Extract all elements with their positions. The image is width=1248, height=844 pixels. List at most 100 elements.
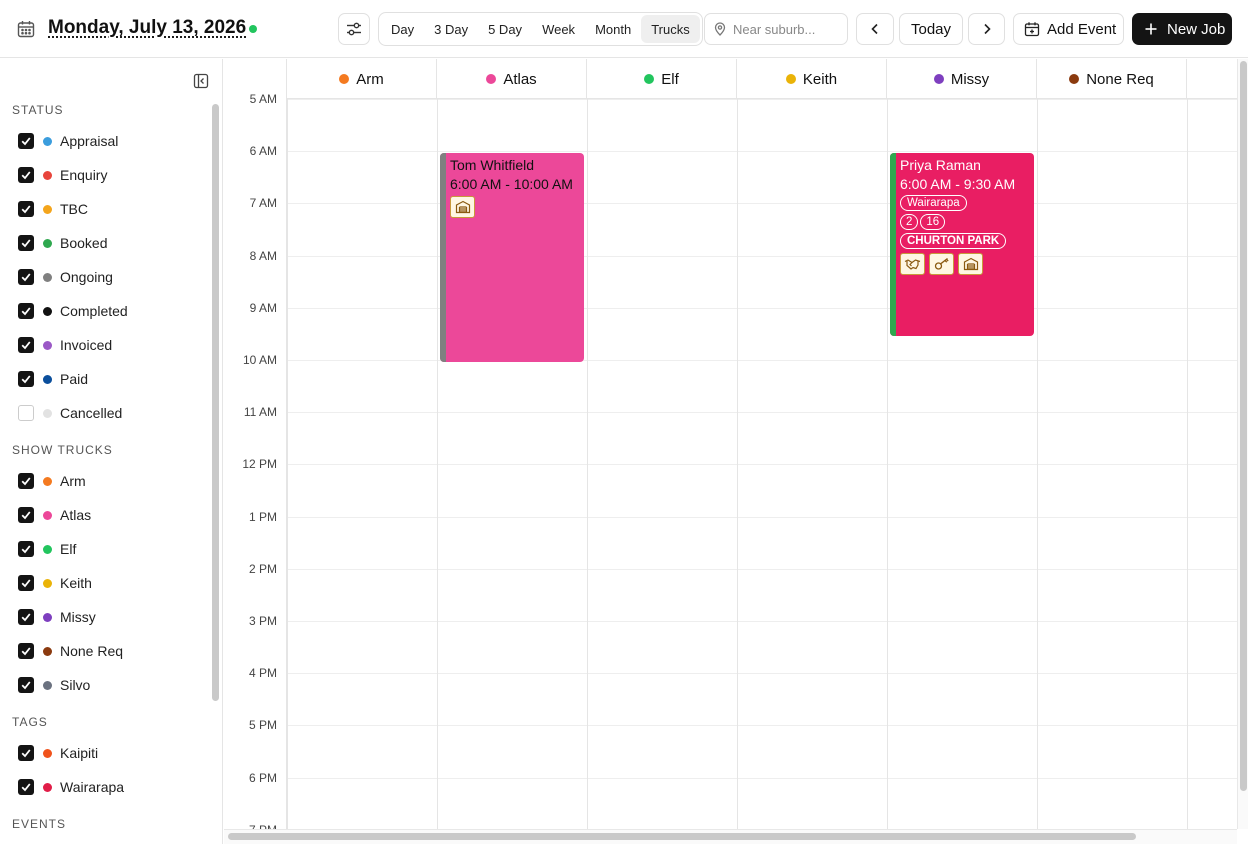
filter-item-elf[interactable]: Elf	[18, 538, 76, 560]
filter-item-completed[interactable]: Completed	[18, 300, 128, 322]
column-divider	[287, 99, 288, 829]
filter-item-wairarapa[interactable]: Wairarapa	[18, 776, 124, 798]
checkbox[interactable]	[18, 677, 34, 693]
event-card[interactable]: Tom Whitfield 6:00 AM - 10:00 AM	[440, 153, 584, 362]
tab-5-day[interactable]: 5 Day	[478, 15, 532, 43]
column-header-keith[interactable]: Keith	[737, 59, 887, 99]
filter-label: Ongoing	[60, 269, 113, 285]
column-header-label: Missy	[950, 70, 990, 88]
key-icon	[929, 253, 954, 276]
status-color-dot	[43, 782, 52, 792]
checkbox[interactable]	[18, 337, 34, 353]
checkbox[interactable]	[18, 779, 34, 795]
tab-week[interactable]: Week	[532, 15, 585, 43]
filter-item-silvo[interactable]: Silvo	[18, 674, 90, 696]
column-header-missy[interactable]: Missy	[887, 59, 1037, 99]
event-card[interactable]: Priya Raman 6:00 AM - 9:30 AM Wairarapa 2 16…	[890, 153, 1034, 336]
filter-settings-button[interactable]	[338, 13, 370, 45]
checkbox[interactable]	[18, 167, 34, 183]
storage-icon	[450, 196, 475, 219]
calendar-icon[interactable]	[16, 19, 36, 39]
status-color-dot	[43, 544, 52, 554]
checkbox[interactable]	[18, 643, 34, 659]
truck-calendar: 5 AM 6 AM 7 AM 8 AM 9 AM 10 AM 11 AM 12 PM 1 PM 2…	[224, 59, 1248, 844]
horizontal-scrollbar[interactable]	[224, 829, 1237, 844]
checkbox[interactable]	[18, 745, 34, 761]
checkbox[interactable]	[18, 201, 34, 217]
filter-item-cancelled[interactable]: Cancelled	[18, 402, 122, 424]
checkbox[interactable]	[18, 609, 34, 625]
filter-item-enquiry[interactable]: Enquiry	[18, 164, 107, 186]
checkbox[interactable]	[18, 269, 34, 285]
new-job-button[interactable]: New Job	[1132, 13, 1232, 45]
vertical-scrollbar[interactable]	[1237, 59, 1248, 829]
suburb-search-input[interactable]	[733, 21, 843, 37]
checkbox[interactable]	[18, 405, 34, 421]
filter-item-missy[interactable]: Missy	[18, 606, 96, 628]
hour-line	[287, 725, 1237, 727]
filter-label: Appraisal	[60, 133, 119, 149]
column-header-label: Keith	[802, 70, 838, 88]
next-day-button[interactable]	[968, 13, 1005, 45]
filter-item-none-req[interactable]: None Req	[18, 640, 123, 662]
checkbox[interactable]	[18, 303, 34, 319]
event-status-bar	[440, 153, 446, 362]
hour-line	[287, 464, 1237, 466]
filter-item-keith[interactable]: Keith	[18, 572, 92, 594]
filter-label: Cancelled	[60, 405, 123, 421]
column-divider	[587, 99, 588, 829]
checkbox[interactable]	[18, 575, 34, 591]
filter-item-appraisal[interactable]: Appraisal	[18, 130, 118, 152]
column-header-atlas[interactable]: Atlas	[437, 59, 587, 99]
truck-color-dot	[785, 74, 796, 84]
checkbox[interactable]	[18, 133, 34, 149]
date-picker-title[interactable]: Monday, July 13, 2026	[48, 17, 246, 39]
tab-trucks[interactable]: Trucks	[641, 15, 700, 43]
checkbox[interactable]	[18, 235, 34, 251]
sidebar-scrollbar[interactable]	[212, 104, 219, 701]
hour-line	[287, 203, 1237, 205]
filter-item-invoiced[interactable]: Invoiced	[18, 334, 112, 356]
prev-day-button[interactable]	[856, 13, 894, 45]
vertical-scrollbar-thumb[interactable]	[1240, 61, 1247, 791]
map-pin-icon	[714, 22, 726, 36]
checkbox[interactable]	[18, 473, 34, 489]
column-divider	[887, 99, 888, 829]
status-color-dot	[43, 272, 52, 282]
tab-day[interactable]: Day	[381, 15, 424, 43]
column-header-elf[interactable]: Elf	[587, 59, 737, 99]
filter-item-arm[interactable]: Arm	[18, 470, 86, 492]
event-site-row: CHURTON PARK	[900, 230, 1030, 250]
column-header-none-req[interactable]: None Req	[1037, 59, 1187, 99]
status-color-dot	[43, 748, 52, 758]
checkbox[interactable]	[18, 507, 34, 523]
checkbox[interactable]	[18, 371, 34, 387]
chevron-right-icon	[983, 23, 991, 35]
filter-item-ongoing[interactable]: Ongoing	[18, 266, 113, 288]
collapse-sidebar-icon[interactable]	[193, 73, 209, 89]
filter-item-booked[interactable]: Booked	[18, 232, 107, 254]
filter-item-tbc[interactable]: TBC	[18, 198, 88, 220]
plus-icon	[1145, 23, 1157, 35]
today-button[interactable]: Today	[899, 13, 963, 45]
new-job-label: New Job	[1167, 20, 1226, 38]
column-divider	[1037, 99, 1038, 829]
horizontal-scrollbar-thumb[interactable]	[228, 833, 1136, 840]
add-event-label: Add Event	[1047, 20, 1117, 38]
filter-label: Wairarapa	[60, 779, 125, 795]
add-event-button[interactable]: Add Event	[1013, 13, 1124, 45]
checkbox[interactable]	[18, 541, 34, 557]
tab-month[interactable]: Month	[585, 15, 641, 43]
hour-line	[287, 255, 1237, 257]
status-color-dot	[43, 646, 52, 656]
status-color-dot	[43, 408, 52, 418]
truck-color-dot	[486, 74, 497, 84]
truck-color-dot	[644, 74, 655, 84]
filter-item-paid[interactable]: Paid	[18, 368, 88, 390]
hour-line	[287, 777, 1237, 779]
filter-item-kaipiti[interactable]: Kaipiti	[18, 742, 98, 764]
filter-label: Enquiry	[60, 167, 108, 183]
filter-item-atlas[interactable]: Atlas	[18, 504, 91, 526]
column-header-arm[interactable]: Arm	[287, 59, 437, 99]
tab-3-day[interactable]: 3 Day	[424, 15, 478, 43]
